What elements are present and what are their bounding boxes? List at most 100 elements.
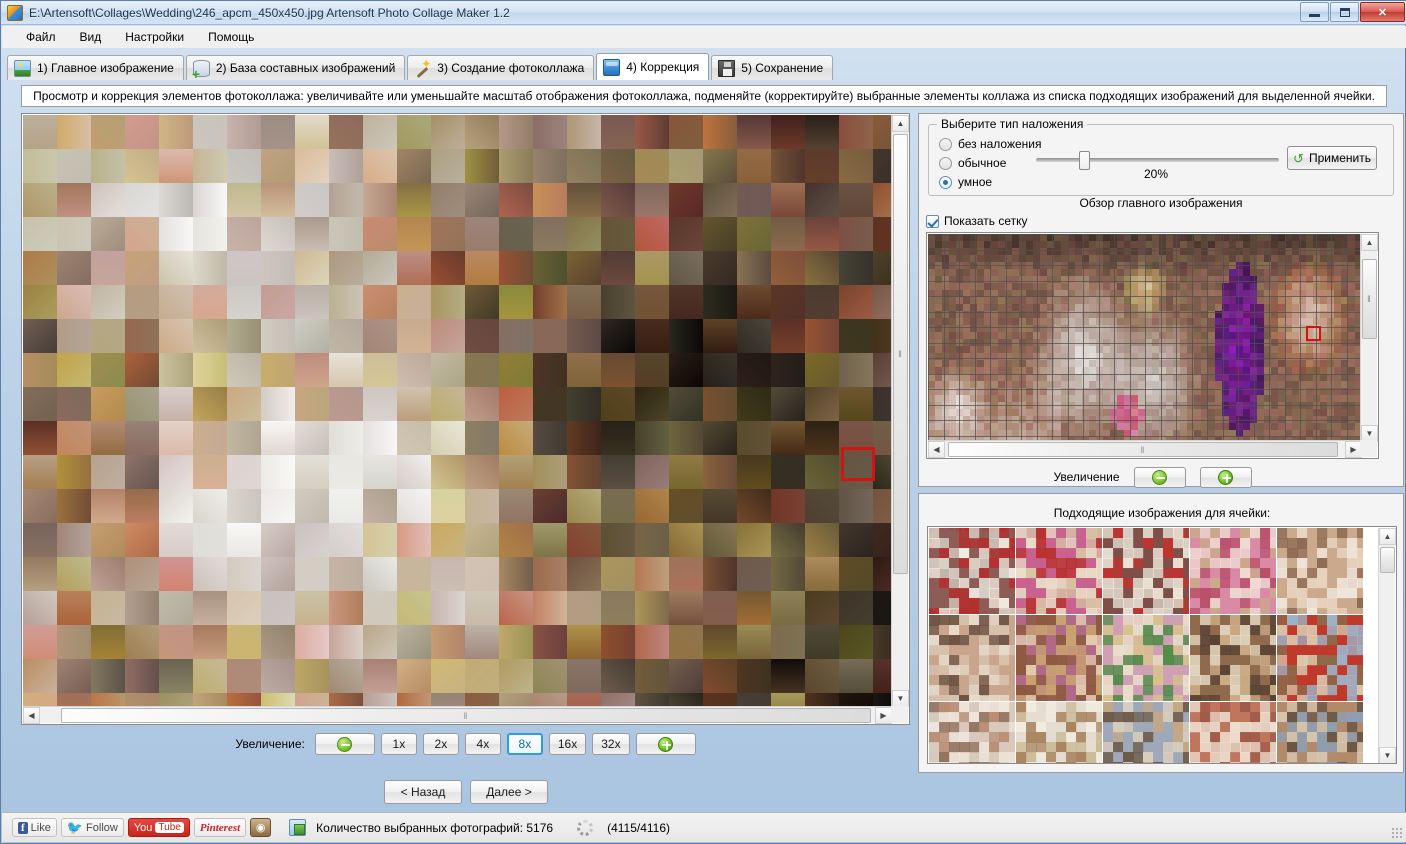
- main-image-preview[interactable]: ▲ ‖ ▼ ◀ ‖ ▶: [926, 232, 1379, 459]
- photo-count-icon: [289, 819, 307, 836]
- zoom-out-button[interactable]: [314, 733, 375, 755]
- show-grid-checkbox[interactable]: Показать сетку: [926, 214, 1028, 228]
- apply-button[interactable]: ↺ Применить: [1287, 146, 1377, 170]
- scroll-left-arrow[interactable]: ◀: [23, 707, 40, 724]
- preview-zoom-out-button[interactable]: [1133, 466, 1186, 488]
- tab-label: 5) Сохранение: [741, 61, 824, 75]
- thumbnail-grid[interactable]: [929, 528, 1379, 763]
- thumbnail-item[interactable]: [1277, 702, 1363, 763]
- zoom-level-32x[interactable]: 32x: [592, 733, 630, 755]
- horizontal-scroll-thumb[interactable]: ‖: [61, 708, 871, 723]
- blend-strength-slider-track[interactable]: [1036, 158, 1279, 162]
- window-controls: ✕: [1300, 2, 1405, 22]
- tab-create-collage[interactable]: 3) Создание фотоколлажа: [407, 55, 595, 80]
- apply-label: Применить: [1308, 151, 1371, 165]
- horizontal-scroll-thumb[interactable]: ‖: [948, 442, 1338, 457]
- thumbnail-item[interactable]: [1190, 528, 1276, 614]
- preview-vertical-scrollbar[interactable]: ▲ ‖ ▼: [1360, 234, 1378, 442]
- preview-title: Обзор главного изображения: [1079, 196, 1243, 210]
- vertical-scroll-thumb[interactable]: [1380, 547, 1395, 573]
- resize-grip[interactable]: [1391, 827, 1403, 839]
- checkbox-icon: [926, 214, 939, 228]
- thumbnail-item[interactable]: [929, 702, 1015, 763]
- tab-correction[interactable]: 4) Коррекция: [596, 53, 710, 80]
- scroll-up-arrow[interactable]: ▲: [1361, 234, 1378, 251]
- thumbnail-item[interactable]: [1277, 528, 1363, 614]
- preview-selected-cell[interactable]: [1306, 326, 1321, 341]
- collage-vertical-scrollbar[interactable]: ▲ ‖ ▼: [891, 115, 909, 707]
- scroll-up-arrow[interactable]: ▲: [892, 115, 909, 132]
- zoom-level-8x[interactable]: 8x: [506, 733, 543, 755]
- scroll-down-arrow[interactable]: ▼: [1379, 747, 1396, 763]
- collage-viewport[interactable]: [23, 115, 892, 707]
- blend-type-title: Выберите тип наложения: [937, 117, 1088, 131]
- menu-item-settings[interactable]: Настройки: [113, 27, 196, 47]
- thumbnail-item[interactable]: [1190, 615, 1276, 701]
- pinterest-button[interactable]: Pinterest: [193, 818, 247, 837]
- menu-item-help[interactable]: Помощь: [196, 27, 266, 47]
- scroll-down-arrow[interactable]: ▼: [892, 690, 909, 707]
- tab-main-image[interactable]: 1) Главное изображение: [7, 55, 184, 80]
- minimize-button[interactable]: [1300, 2, 1329, 22]
- next-button[interactable]: Далее >: [470, 780, 548, 804]
- scroll-up-arrow[interactable]: ▲: [1379, 528, 1396, 545]
- collage-zoom-toolbar: Увеличение: 1x 2x 4x 8x 16x 32x: [21, 731, 910, 757]
- hint-bar: Просмотр и коррекция элементов фотоколла…: [21, 85, 1387, 107]
- selected-cell-highlight[interactable]: [841, 447, 875, 481]
- preview-horizontal-scrollbar[interactable]: ◀ ‖ ▶: [928, 440, 1362, 458]
- zoom-level-2x[interactable]: 2x: [422, 733, 459, 755]
- radio-icon: [939, 137, 952, 151]
- radio-normal-blend[interactable]: обычное: [939, 156, 1006, 170]
- thumbs-vertical-scrollbar[interactable]: ▲ ▼: [1378, 528, 1396, 763]
- facebook-label: Like: [30, 821, 51, 834]
- radio-smart-blend[interactable]: умное: [939, 175, 992, 189]
- close-button[interactable]: ✕: [1360, 2, 1405, 22]
- matching-images-list[interactable]: ▲ ▼: [927, 526, 1397, 764]
- radio-no-blend[interactable]: без наложения: [939, 137, 1042, 151]
- maximize-button[interactable]: [1330, 2, 1359, 22]
- photo-mosaic[interactable]: [23, 115, 892, 707]
- thumbnail-item[interactable]: [1190, 702, 1276, 763]
- thumbnail-item[interactable]: [1016, 528, 1102, 614]
- zoom-level-4x[interactable]: 4x: [464, 733, 501, 755]
- youtube-button[interactable]: You Tube: [127, 818, 190, 837]
- thumbnail-item[interactable]: [1016, 615, 1102, 701]
- preview-image[interactable]: [928, 234, 1362, 442]
- scrollbar-corner: [1360, 440, 1377, 457]
- zoom-in-icon: [658, 736, 674, 752]
- vertical-scroll-thumb[interactable]: ‖: [1362, 259, 1377, 339]
- zoom-label: Увеличение:: [235, 737, 305, 751]
- collage-horizontal-scrollbar[interactable]: ◀ ‖ ▶: [23, 706, 892, 724]
- tab-save[interactable]: 5) Сохранение: [711, 55, 834, 80]
- back-button[interactable]: < Назад: [384, 780, 462, 804]
- maximize-icon: [1339, 7, 1350, 17]
- blue-cube-icon: [603, 58, 621, 76]
- preview-zoom-in-button[interactable]: [1199, 466, 1252, 488]
- thumbnail-item[interactable]: [1277, 615, 1363, 701]
- thumbnail-item[interactable]: [1103, 528, 1189, 614]
- twitter-follow-button[interactable]: 🐦 Follow: [60, 818, 124, 837]
- photo-icon: [14, 59, 31, 77]
- scroll-left-arrow[interactable]: ◀: [928, 441, 945, 458]
- thumbnail-item[interactable]: [929, 528, 1015, 614]
- menu-item-view[interactable]: Вид: [68, 27, 114, 47]
- thumbnail-item[interactable]: [1016, 702, 1102, 763]
- thumbnail-item[interactable]: [1103, 615, 1189, 701]
- magic-wand-icon: [414, 57, 431, 77]
- scroll-right-arrow[interactable]: ▶: [875, 707, 892, 724]
- thumbnail-item[interactable]: [929, 615, 1015, 701]
- tab-strip: 1) Главное изображение 2) База составных…: [7, 53, 1401, 81]
- instagram-button[interactable]: ◉: [250, 818, 272, 837]
- vertical-scroll-thumb[interactable]: ‖: [893, 134, 908, 574]
- preview-grid-overlay: [928, 234, 1362, 442]
- menu-item-file[interactable]: Файл: [14, 27, 68, 47]
- zoom-in-button[interactable]: [635, 733, 696, 755]
- photo-count-label: Количество выбранных фотографий: 5176: [316, 820, 554, 835]
- facebook-like-button[interactable]: f Like: [12, 818, 57, 837]
- zoom-level-16x[interactable]: 16x: [548, 733, 587, 755]
- blend-strength-slider-thumb[interactable]: [1079, 151, 1090, 170]
- tab-image-database[interactable]: 2) База составных изображений: [185, 55, 406, 81]
- zoom-level-1x[interactable]: 1x: [380, 733, 417, 755]
- thumbnail-item[interactable]: [1103, 702, 1189, 763]
- app-icon: [7, 4, 23, 21]
